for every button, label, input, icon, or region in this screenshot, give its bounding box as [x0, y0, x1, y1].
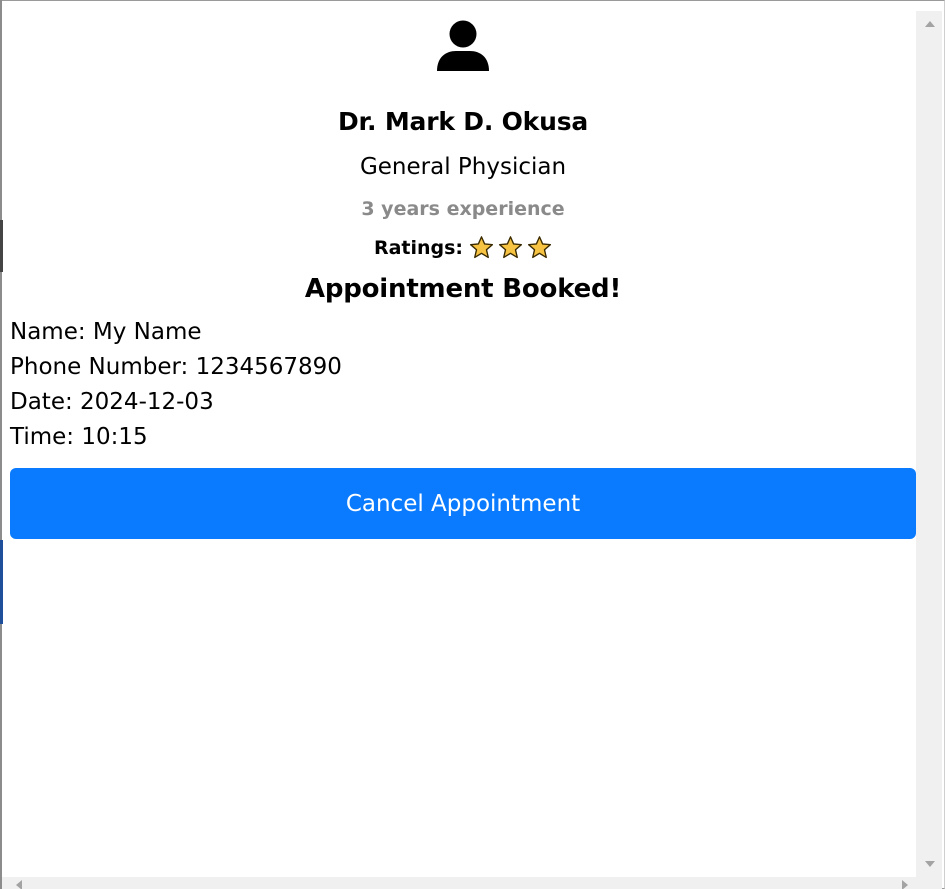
- scroll-down-icon[interactable]: [925, 861, 935, 867]
- background-page-edge: [0, 220, 3, 272]
- user-icon: [437, 20, 489, 71]
- star-icon: [470, 236, 494, 259]
- scroll-up-icon[interactable]: [925, 21, 935, 27]
- detail-phone: Phone Number: 1234567890: [10, 354, 342, 380]
- detail-name: Name: My Name: [10, 319, 202, 345]
- detail-date: Date: 2024-12-03: [10, 389, 214, 415]
- horizontal-scrollbar[interactable]: [2, 877, 916, 889]
- scrollbar-corner: [916, 877, 942, 889]
- scroll-right-icon[interactable]: [902, 880, 908, 889]
- rating-stars: [469, 235, 552, 260]
- detail-time: Time: 10:15: [10, 424, 148, 450]
- cancel-appointment-button[interactable]: Cancel Appointment: [10, 468, 916, 539]
- background-page-edge: [0, 540, 3, 624]
- star-icon: [499, 236, 523, 259]
- doctor-card: Dr. Mark D. Okusa General Physician 3 ye…: [10, 0, 916, 877]
- ratings-label: Ratings:: [373, 236, 464, 259]
- appointment-details: Name: My Name Phone Number: 1234567890 D…: [10, 315, 342, 455]
- scroll-left-icon[interactable]: [16, 880, 22, 889]
- modal-left-border: [0, 0, 2, 889]
- doctor-experience: 3 years experience: [361, 198, 565, 220]
- doctor-name: Dr. Mark D. Okusa: [337, 107, 589, 136]
- booking-status-title: Appointment Booked!: [304, 274, 622, 304]
- appointment-modal: Dr. Mark D. Okusa General Physician 3 ye…: [0, 0, 945, 889]
- doctor-specialty: General Physician: [359, 154, 567, 180]
- star-icon: [528, 236, 552, 259]
- vertical-scrollbar[interactable]: [916, 11, 942, 877]
- doctor-ratings: Ratings:: [10, 235, 916, 260]
